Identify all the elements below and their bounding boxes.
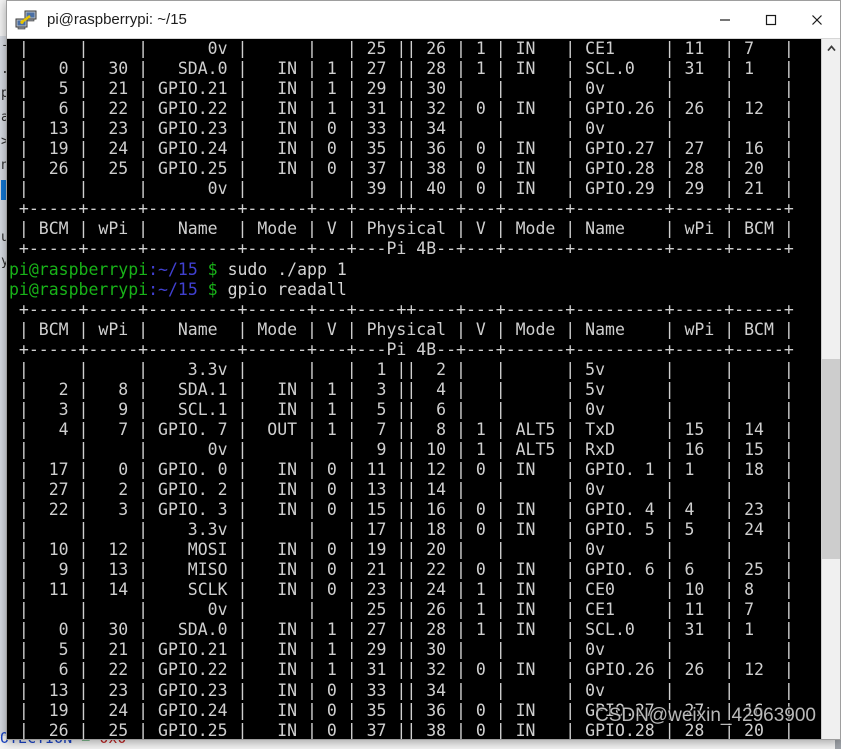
- terminal-table-line: | 13 | 23 | GPIO.23 | IN | 0 | 33 || 34 …: [9, 119, 794, 139]
- terminal-table-line: | | | 0v | | | 39 || 40 | 0 | IN | GPIO.…: [9, 179, 794, 199]
- terminal-table-row: | 2 | 8 | SDA.1 | IN | 1 | 3 || 4 | | | …: [9, 379, 794, 399]
- prompt-symbol: $: [197, 279, 228, 299]
- chevron-up-icon: [826, 44, 836, 51]
- terminal-table-row: | 11 | 14 | SCLK | IN | 0 | 23 || 24 | 1…: [9, 580, 794, 600]
- terminal-table-row: | 26 | 25 | GPIO.25 | IN | 0 | 37 || 38 …: [9, 720, 794, 740]
- terminal-command: sudo ./app 1: [227, 259, 347, 279]
- terminal-command: gpio readall: [227, 279, 347, 299]
- terminal-prompt-line: pi@raspberrypi:~/15 $ gpio readall: [9, 280, 821, 300]
- terminal-table-row: | 9 | 13 | MISO | IN | 0 | 21 || 22 | 0 …: [9, 560, 794, 580]
- terminal-table-line: | 5 | 21 | GPIO.21 | IN | 1 | 29 || 30 |…: [9, 79, 794, 99]
- terminal-table-row: | 4 | 7 | GPIO. 7 | OUT | 1 | 7 || 8 | 1…: [9, 419, 794, 439]
- terminal-table-row: | 0 | 30 | SDA.0 | IN | 1 | 27 || 28 | 1…: [9, 620, 794, 640]
- terminal-table-row: | 13 | 23 | GPIO.23 | IN | 0 | 33 || 34 …: [9, 680, 794, 700]
- terminal-table-line: | 6 | 22 | GPIO.22 | IN | 1 | 31 || 32 |…: [9, 99, 794, 119]
- terminal-table-row: | 3 | 9 | SCL.1 | IN | 1 | 5 || 6 | | | …: [9, 399, 794, 419]
- prompt-path: :~/15: [148, 259, 198, 279]
- close-icon: [812, 14, 822, 25]
- terminal-table-line: +-----+-----+---------+------+---+----++…: [9, 199, 794, 219]
- window-controls[interactable]: [702, 1, 840, 38]
- window-title: pi@raspberrypi: ~/15: [47, 11, 187, 28]
- scrollbar-thumb[interactable]: [822, 359, 840, 559]
- terminal-table-line: | | | 0v | | | 25 || 26 | 1 | IN | CE1 |…: [9, 39, 794, 58]
- terminal-prompt-line: pi@raspberrypi:~/15 $ sudo ./app 1: [9, 260, 821, 280]
- terminal-table-row: | 17 | 0 | GPIO. 0 | IN | 0 | 11 || 12 |…: [9, 459, 794, 479]
- prompt-symbol: $: [197, 259, 228, 279]
- terminal-scrollbar[interactable]: [821, 39, 840, 739]
- terminal-table-line: | BCM | wPi | Name | Mode | V | Physical…: [9, 219, 794, 239]
- terminal-table-row: | | | 3.3v | | | 17 || 18 | 0 | IN | GPI…: [9, 520, 794, 540]
- maximize-icon: [765, 14, 777, 25]
- terminal-table-line: | 0 | 30 | SDA.0 | IN | 1 | 27 || 28 | 1…: [9, 59, 794, 79]
- terminal-table-row: | | | 3.3v | | | 1 || 2 | | | 5v | | |: [9, 359, 794, 379]
- prompt-user-host: pi@raspberrypi: [9, 259, 149, 279]
- terminal-table-line: | 19 | 24 | GPIO.24 | IN | 0 | 35 || 36 …: [9, 139, 794, 159]
- prompt-user-host: pi@raspberrypi: [9, 279, 149, 299]
- terminal-screen[interactable]: | | | 0v | | | 25 || 26 | 1 | IN | CE1 |…: [7, 39, 821, 740]
- terminal-table-header: | BCM | wPi | Name | Mode | V | Physical…: [9, 319, 794, 339]
- terminal-table-row: | 22 | 3 | GPIO. 3 | IN | 0 | 15 || 16 |…: [9, 500, 794, 520]
- minimize-button[interactable]: [702, 1, 748, 38]
- terminal-table-line: | 26 | 25 | GPIO.25 | IN | 0 | 37 || 38 …: [9, 159, 794, 179]
- prompt-path: :~/15: [148, 279, 198, 299]
- terminal-table-row: | | | 0v | | | 25 || 26 | 1 | IN | CE1 |…: [9, 600, 794, 620]
- terminal-table-row: | 6 | 22 | GPIO.22 | IN | 1 | 31 || 32 |…: [9, 660, 794, 680]
- scroll-up-arrow-icon[interactable]: [822, 39, 840, 57]
- terminal-table-rule: +-----+-----+---------+------+---+----++…: [9, 299, 794, 319]
- terminal-table-row: | 19 | 24 | GPIO.24 | IN | 0 | 35 || 36 …: [9, 700, 794, 720]
- window-titlebar[interactable]: pi@raspberrypi: ~/15: [7, 1, 840, 39]
- terminal-window[interactable]: pi@raspberrypi: ~/15 | | | 0v | | | 25 |…: [6, 0, 841, 740]
- terminal-table-row: | 27 | 2 | GPIO. 2 | IN | 0 | 13 || 14 |…: [9, 480, 794, 500]
- close-button[interactable]: [794, 1, 840, 38]
- terminal-table-row: | | | 0v | | | 9 || 10 | 1 | ALT5 | RxD …: [9, 439, 794, 459]
- terminal-table-line: +-----+-----+---------+------+---+---Pi …: [9, 239, 794, 259]
- terminal-area[interactable]: | | | 0v | | | 25 || 26 | 1 | IN | CE1 |…: [7, 39, 840, 740]
- putty-computer-icon: [15, 10, 37, 30]
- maximize-button[interactable]: [748, 1, 794, 38]
- minimize-icon: [720, 18, 730, 21]
- terminal-table-row: | 5 | 21 | GPIO.21 | IN | 1 | 29 || 30 |…: [9, 640, 794, 660]
- terminal-table-row: | 10 | 12 | MOSI | IN | 0 | 19 || 20 | |…: [9, 540, 794, 560]
- terminal-table-title-rule: +-----+-----+---------+------+---+---Pi …: [9, 339, 794, 359]
